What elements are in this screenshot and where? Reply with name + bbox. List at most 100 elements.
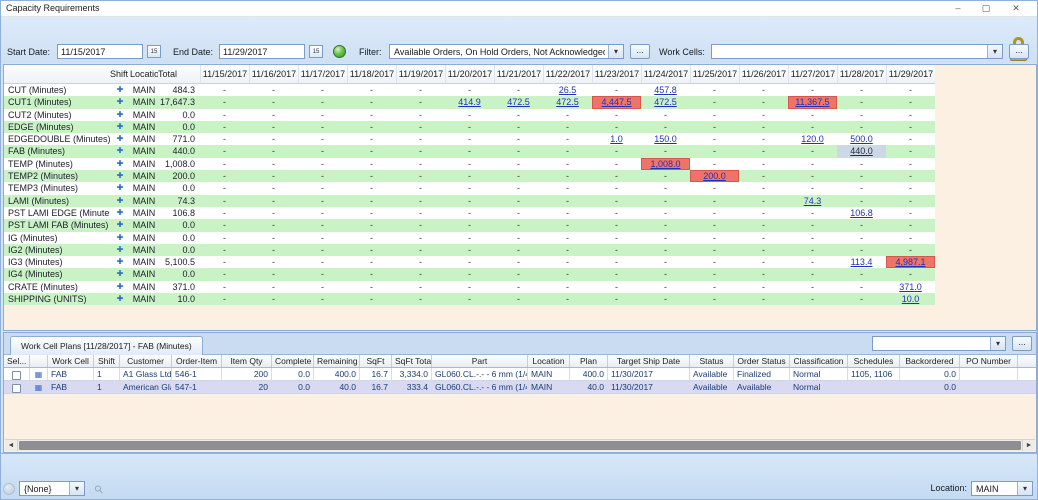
header-date[interactable]: 11/15/2017 (200, 65, 249, 83)
capacity-value-link[interactable]: 440.0 (850, 146, 873, 156)
header-date[interactable]: 11/22/2017 (543, 65, 592, 83)
plans-column-header[interactable] (30, 355, 48, 367)
location-dropdown[interactable]: MAIN ▾ (971, 481, 1033, 496)
capacity-value-link[interactable]: 200.0 (703, 171, 726, 181)
filter-ellipsis-button[interactable]: ... (630, 44, 650, 59)
end-date-calendar-icon[interactable]: 15 (309, 45, 323, 58)
close-button[interactable]: ✕ (1005, 2, 1027, 15)
header-date[interactable]: 11/21/2017 (494, 65, 543, 83)
refresh-button[interactable] (333, 45, 346, 58)
shift-expand-icon[interactable]: ✚ (110, 170, 130, 182)
plans-column-header[interactable]: Sel... (4, 355, 30, 367)
shift-expand-icon[interactable]: ✚ (110, 96, 130, 108)
wrench-icon[interactable]: ⚲ (92, 482, 107, 497)
shift-expand-icon[interactable]: ✚ (110, 232, 130, 244)
header-total[interactable]: Total (158, 65, 200, 83)
capacity-value-link[interactable]: 26.5 (559, 85, 577, 95)
horizontal-scrollbar[interactable]: ◄ ► (5, 439, 1035, 451)
shift-expand-icon[interactable]: ✚ (110, 182, 130, 194)
capacity-value-link[interactable]: 150.0 (654, 134, 677, 144)
shift-expand-icon[interactable]: ✚ (110, 84, 130, 96)
plan-icon[interactable]: ▦ (35, 370, 43, 379)
header-date[interactable]: 11/16/2017 (249, 65, 298, 83)
plans-column-header[interactable]: Work Cell (48, 355, 94, 367)
capacity-value-link[interactable]: 371.0 (899, 282, 922, 292)
shift-expand-icon[interactable]: ✚ (110, 207, 130, 219)
plans-column-header[interactable]: Location (528, 355, 570, 367)
plans-ellipsis-button[interactable]: ... (1012, 336, 1032, 351)
capacity-value-link[interactable]: 472.5 (556, 97, 579, 107)
plan-icon[interactable]: ▦ (35, 383, 43, 392)
shift-expand-icon[interactable]: ✚ (110, 268, 130, 280)
work-cells-dropdown[interactable]: ▾ (711, 44, 1003, 59)
plans-column-header[interactable]: Backordered (900, 355, 960, 367)
header-date[interactable]: 11/20/2017 (445, 65, 494, 83)
plans-column-header[interactable]: Status (690, 355, 734, 367)
header-date[interactable]: 11/18/2017 (347, 65, 396, 83)
capacity-value-link[interactable]: 472.5 (654, 97, 677, 107)
capacity-value-link[interactable]: 120.0 (801, 134, 824, 144)
header-row-label[interactable] (4, 65, 110, 83)
header-date[interactable]: 11/23/2017 (592, 65, 641, 83)
capacity-value-link[interactable]: 106.8 (850, 208, 873, 218)
plans-column-header[interactable]: Item Qty (222, 355, 272, 367)
chevron-down-icon[interactable]: ▾ (608, 45, 623, 58)
header-location[interactable]: Location (130, 65, 158, 83)
plans-column-header[interactable]: Complete (272, 355, 314, 367)
header-date[interactable]: 11/28/2017 (837, 65, 886, 83)
shift-expand-icon[interactable]: ✚ (110, 133, 130, 145)
capacity-value-link[interactable]: 4,987.1 (895, 257, 925, 267)
capacity-value-link[interactable]: 457.8 (654, 85, 677, 95)
capacity-value-link[interactable]: 414.9 (458, 97, 481, 107)
chevron-down-icon[interactable]: ▾ (69, 482, 84, 495)
chevron-down-icon[interactable]: ▾ (990, 337, 1005, 350)
capacity-value-link[interactable]: 472.5 (507, 97, 530, 107)
plans-column-header[interactable]: Shift (94, 355, 120, 367)
row-select-checkbox[interactable] (12, 371, 21, 380)
chevron-down-icon[interactable]: ▾ (987, 45, 1002, 58)
plans-column-header[interactable]: SqFt Total (392, 355, 432, 367)
plans-table-row[interactable]: ▦FAB1A1 Glass Ltd.546-12000.0400.016.73,… (4, 368, 1037, 381)
capacity-value-link[interactable]: 113.4 (851, 257, 873, 267)
plans-column-header[interactable]: Remaining (314, 355, 360, 367)
shift-expand-icon[interactable]: ✚ (110, 158, 130, 170)
plans-column-header[interactable]: SqFt (360, 355, 392, 367)
plans-column-header[interactable]: Order Status (734, 355, 790, 367)
capacity-value-link[interactable]: 500.0 (850, 134, 873, 144)
layout-dropdown[interactable]: {None} ▾ (19, 481, 85, 496)
header-date[interactable]: 11/19/2017 (396, 65, 445, 83)
header-date[interactable]: 11/26/2017 (739, 65, 788, 83)
shift-expand-icon[interactable]: ✚ (110, 121, 130, 133)
capacity-value-link[interactable]: 11,367.5 (795, 97, 829, 107)
plans-table-row[interactable]: ▦FAB1American Gla...547-1200.040.016.733… (4, 381, 1037, 394)
plans-column-header[interactable]: Classification (790, 355, 848, 367)
scrollbar-thumb[interactable] (19, 441, 1021, 450)
maximize-button[interactable]: ▢ (975, 2, 997, 15)
scroll-right-icon[interactable]: ► (1022, 440, 1035, 451)
plans-column-header[interactable]: Schedules (848, 355, 900, 367)
capacity-value-link[interactable]: 4,447.5 (601, 97, 631, 107)
plans-column-header[interactable]: Customer (120, 355, 172, 367)
plans-column-header[interactable]: Order-Item (172, 355, 222, 367)
filter-dropdown[interactable]: Available Orders, On Hold Orders, Not Ac… (389, 44, 624, 59)
plans-column-header[interactable]: Plan (570, 355, 608, 367)
shift-expand-icon[interactable]: ✚ (110, 256, 130, 268)
plans-column-header[interactable]: Target Ship Date (608, 355, 690, 367)
row-select-checkbox[interactable] (12, 384, 21, 393)
capacity-value-link[interactable]: 1,008.0 (650, 159, 680, 169)
header-date[interactable]: 11/27/2017 (788, 65, 837, 83)
scroll-left-icon[interactable]: ◄ (5, 440, 18, 451)
shift-expand-icon[interactable]: ✚ (110, 219, 130, 231)
plans-column-header[interactable]: Part (432, 355, 528, 367)
plans-column-header[interactable]: PO Number (960, 355, 1018, 367)
shift-expand-icon[interactable]: ✚ (110, 109, 130, 121)
header-date[interactable]: 11/25/2017 (690, 65, 739, 83)
end-date-input[interactable]: 11/29/2017 (219, 44, 305, 59)
capacity-value-link[interactable]: 74.3 (804, 196, 822, 206)
shift-expand-icon[interactable]: ✚ (110, 281, 130, 293)
tab-work-cell-plans[interactable]: Work Cell Plans [11/28/2017] - FAB (Minu… (10, 336, 203, 355)
shift-expand-icon[interactable]: ✚ (110, 244, 130, 256)
chevron-down-icon[interactable]: ▾ (1017, 482, 1032, 495)
start-date-calendar-icon[interactable]: 15 (147, 45, 161, 58)
capacity-value-link[interactable]: 10.0 (902, 294, 920, 304)
